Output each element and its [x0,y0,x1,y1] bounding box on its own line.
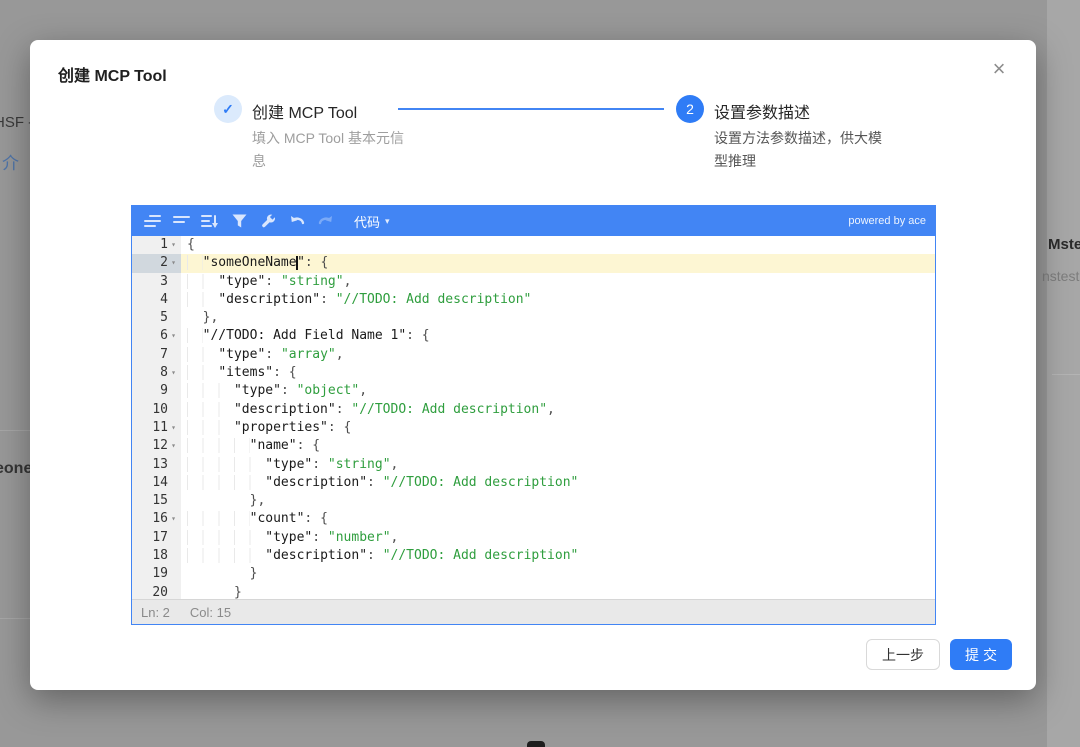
code-line[interactable]: }, [181,492,935,510]
code-line[interactable]: } [181,565,935,583]
backdrop-text-hsf: HSF - [0,114,33,131]
code-line[interactable]: "description": "//TODO: Add description"… [181,401,935,419]
step1-title: 创建 MCP Tool [252,99,357,123]
editor-body[interactable]: 1▾2▾3456▾78▾91011▾12▾13141516▾17181920 {… [132,236,935,599]
json-schema-editor: 代码 ▾ powered by ace 1▾2▾3456▾78▾91011▾12… [131,205,936,625]
undo-icon[interactable] [286,211,308,231]
code-line[interactable]: "type": "string", [181,456,935,474]
create-mcp-tool-dialog: 创建 MCP Tool × ✓ 创建 MCP Tool 填入 MCP Tool … [30,40,1036,690]
gutter-row: 5 [132,309,181,327]
close-icon[interactable]: × [984,54,1014,84]
code-line[interactable]: { [181,236,935,254]
gutter-row: 7 [132,346,181,364]
previous-step-button[interactable]: 上一步 [866,639,940,670]
backdrop-text-nstest: nstest [1042,268,1079,284]
gutter-row: 20 [132,584,181,599]
backdrop-text-eone: eone [0,460,32,478]
mode-dropdown[interactable]: 代码 ▾ [354,212,390,231]
align-icon[interactable] [170,211,192,231]
step1-check-circle: ✓ [214,95,242,123]
step2-number: 2 [686,101,694,117]
backdrop-divider [0,618,30,619]
fold-arrow-icon[interactable]: ▾ [168,327,179,345]
fold-arrow-icon[interactable]: ▾ [168,254,179,272]
backdrop-text-mstes: Mstes [1048,236,1080,253]
fold-arrow-icon[interactable]: ▾ [168,236,179,254]
dialog-title: 创建 MCP Tool [58,62,167,86]
gutter-row: 15 [132,492,181,510]
code-line[interactable]: "type": "string", [181,273,935,291]
code-line[interactable]: "//TODO: Add Field Name 1": { [181,327,935,345]
code-lines[interactable]: { "someOneName": { "type": "string", "de… [181,236,935,599]
gutter-row: 18 [132,547,181,565]
gutter-row: 14 [132,474,181,492]
step2-title: 设置参数描述 [714,99,810,123]
backdrop-bottom-fragment [527,741,545,747]
mode-dropdown-label: 代码 [354,212,380,231]
gutter-row[interactable]: 11▾ [132,419,181,437]
step2-description: 设置方法参数描述，供大模型推理 [714,127,886,173]
status-line: Ln: 2 [141,605,170,620]
gutter-row: 10 [132,401,181,419]
gutter-row: 17 [132,529,181,547]
step2-number-circle: 2 [676,95,704,123]
gutter-row: 3 [132,273,181,291]
gutter-row: 9 [132,382,181,400]
chevron-down-icon: ▾ [385,216,390,227]
code-line[interactable]: "properties": { [181,419,935,437]
fold-arrow-icon[interactable]: ▾ [168,419,179,437]
fold-arrow-icon[interactable]: ▾ [168,364,179,382]
backdrop-divider [1052,374,1080,375]
fold-arrow-icon[interactable]: ▾ [168,437,179,455]
backdrop-divider [0,430,30,431]
code-line[interactable]: "name": { [181,437,935,455]
code-line[interactable]: "description": "//TODO: Add description" [181,291,935,309]
format-icon[interactable] [141,211,163,231]
backdrop-home-icon: 介 [2,149,19,174]
gutter-row[interactable]: 1▾ [132,236,181,254]
gutter-row[interactable]: 6▾ [132,327,181,345]
code-line[interactable]: "type": "number", [181,529,935,547]
code-line[interactable]: "description": "//TODO: Add description" [181,547,935,565]
gutter-row: 13 [132,456,181,474]
gutter-row[interactable]: 16▾ [132,510,181,528]
filter-icon[interactable] [228,211,250,231]
code-line[interactable]: "type": "array", [181,346,935,364]
gutter-row[interactable]: 8▾ [132,364,181,382]
check-icon: ✓ [222,101,234,118]
code-line[interactable]: "someOneName": { [181,254,935,272]
code-line[interactable]: "items": { [181,364,935,382]
gutter-row: 4 [132,291,181,309]
code-line[interactable]: "count": { [181,510,935,528]
sort-lines-icon[interactable] [199,211,221,231]
code-line[interactable]: }, [181,309,935,327]
submit-button[interactable]: 提交 [950,639,1012,670]
code-line[interactable]: "description": "//TODO: Add description" [181,474,935,492]
step1-description: 填入 MCP Tool 基本元信息 [252,127,414,173]
redo-icon[interactable] [315,211,337,231]
fold-arrow-icon[interactable]: ▾ [168,510,179,528]
code-line[interactable]: } [181,584,935,599]
status-col: Col: 15 [190,605,231,620]
gutter: 1▾2▾3456▾78▾91011▾12▾13141516▾17181920 [132,236,181,599]
editor-toolbar: 代码 ▾ powered by ace [132,206,935,236]
powered-by-ace-label: powered by ace [848,215,926,227]
editor-status-bar: Ln: 2 Col: 15 [132,599,935,624]
step-connector-line [398,108,664,110]
code-line[interactable]: "type": "object", [181,382,935,400]
gutter-row: 19 [132,565,181,583]
wrench-icon[interactable] [257,211,279,231]
gutter-row[interactable]: 2▾ [132,254,181,272]
gutter-row[interactable]: 12▾ [132,437,181,455]
